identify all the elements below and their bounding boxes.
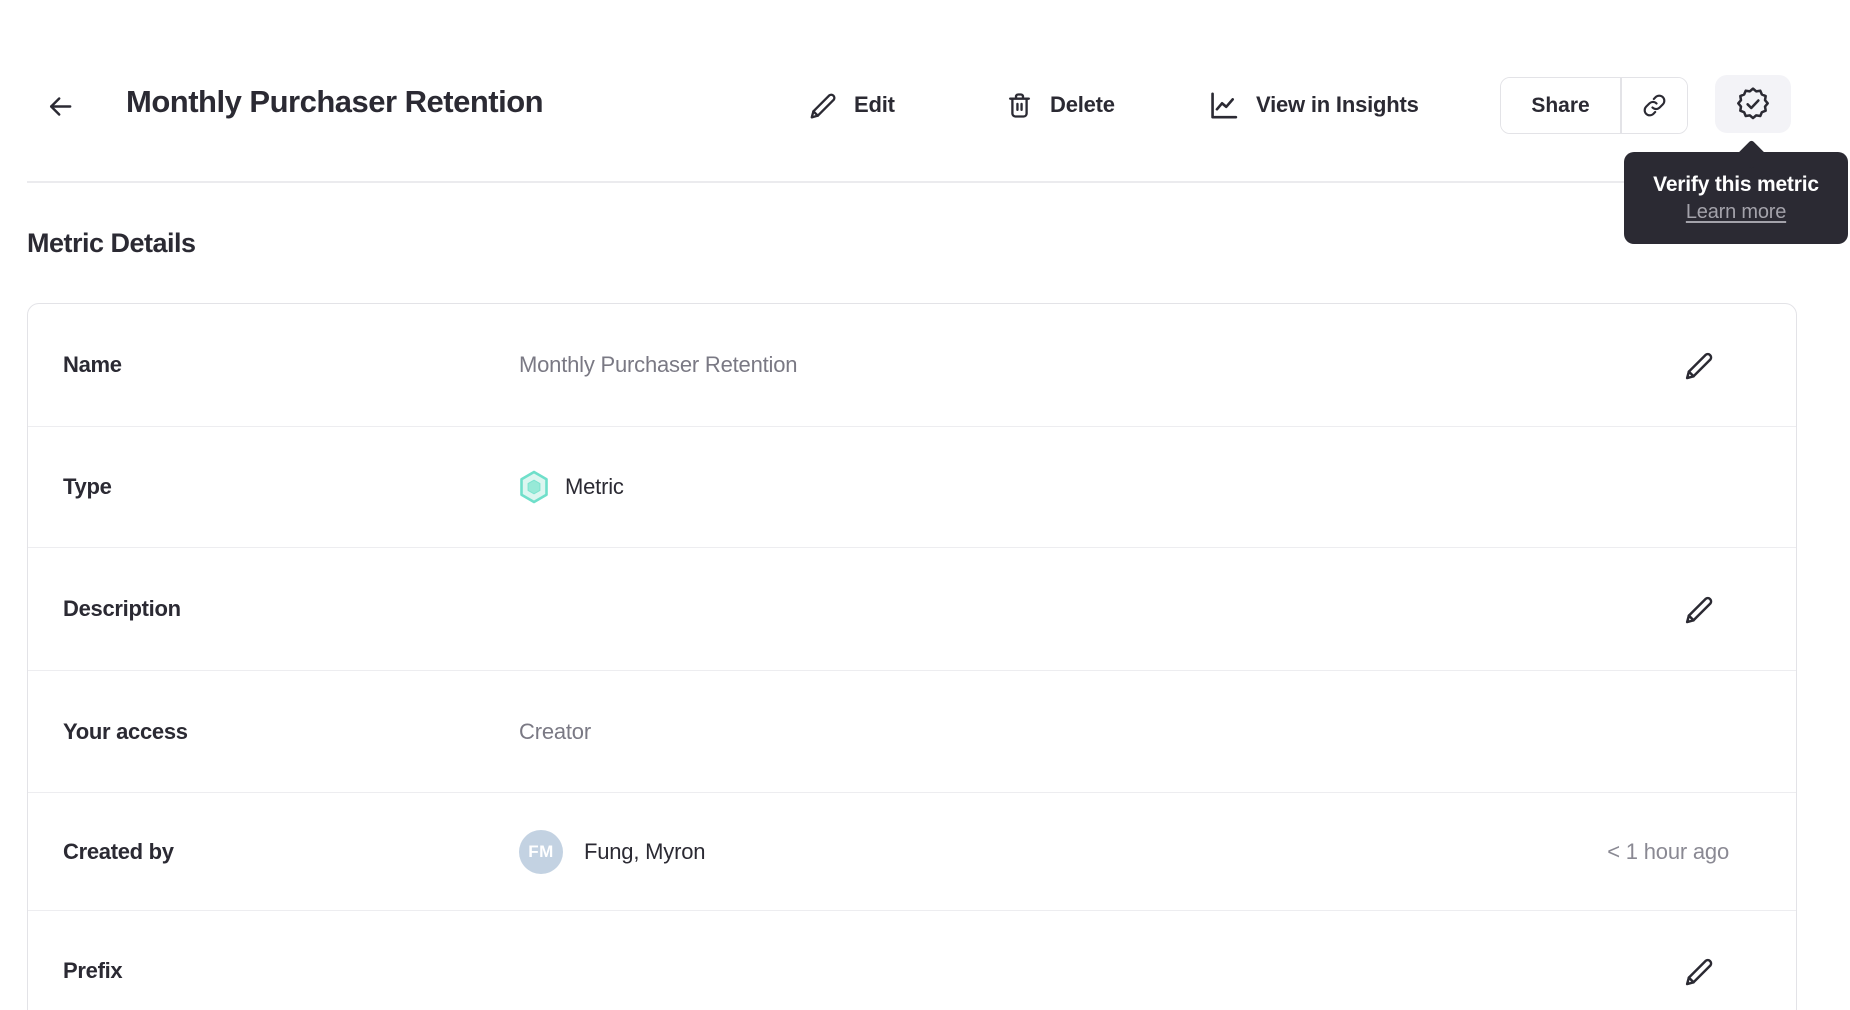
edit-prefix-button[interactable]	[1678, 951, 1718, 991]
detail-row-description: Description	[28, 548, 1796, 671]
detail-row-created-by: Created by FM Fung, Myron < 1 hour ago	[28, 793, 1796, 911]
learn-more-link[interactable]: Learn more	[1686, 201, 1786, 224]
created-timestamp: < 1 hour ago	[1607, 838, 1729, 864]
back-button[interactable]	[38, 84, 82, 128]
verified-badge-icon	[1734, 85, 1772, 123]
page-title: Monthly Purchaser Retention	[126, 84, 544, 119]
detail-row-your-access: Your access Creator	[28, 671, 1796, 793]
pencil-icon	[1681, 348, 1716, 383]
chain-link-icon	[1641, 92, 1668, 119]
edit-button-label: Edit	[854, 92, 895, 117]
description-label: Description	[63, 596, 181, 621]
created-by-value: Fung, Myron	[584, 838, 706, 864]
type-value: Metric	[565, 474, 624, 499]
created-by-label: Created by	[63, 838, 174, 864]
copy-link-button[interactable]	[1621, 78, 1687, 133]
view-in-insights-button[interactable]: View in Insights	[1206, 83, 1419, 127]
verify-metric-button[interactable]	[1715, 75, 1791, 133]
avatar: FM	[519, 829, 563, 874]
verify-metric-tooltip: Verify this metric Learn more	[1624, 152, 1848, 244]
view-in-insights-label: View in Insights	[1256, 92, 1419, 117]
detail-row-name: Name Monthly Purchaser Retention	[28, 304, 1796, 427]
share-button-group: Share	[1500, 77, 1688, 134]
share-button[interactable]: Share	[1501, 78, 1620, 133]
your-access-value: Creator	[519, 718, 591, 744]
tooltip-title: Verify this metric	[1653, 172, 1819, 196]
pencil-icon	[806, 89, 839, 122]
detail-row-prefix: Prefix	[28, 911, 1796, 1010]
delete-button-label: Delete	[1050, 92, 1115, 117]
delete-button[interactable]: Delete	[1004, 83, 1115, 127]
metric-details-card: Name Monthly Purchaser Retention Type Me…	[27, 303, 1797, 1010]
section-title: Metric Details	[27, 228, 196, 258]
trash-icon	[1004, 90, 1035, 121]
line-chart-icon	[1206, 88, 1241, 123]
your-access-label: Your access	[63, 718, 188, 744]
name-label: Name	[63, 352, 122, 377]
type-label: Type	[63, 474, 112, 499]
edit-button[interactable]: Edit	[806, 83, 895, 127]
pencil-icon	[1681, 592, 1716, 627]
edit-description-button[interactable]	[1678, 589, 1718, 629]
header-divider	[27, 181, 1797, 183]
prefix-label: Prefix	[63, 958, 123, 983]
edit-name-button[interactable]	[1678, 345, 1718, 385]
name-value: Monthly Purchaser Retention	[519, 352, 798, 377]
pencil-icon	[1681, 954, 1716, 989]
detail-row-type: Type Metric	[28, 427, 1796, 548]
metric-hexagon-icon	[519, 470, 549, 504]
arrow-left-icon	[45, 91, 76, 122]
